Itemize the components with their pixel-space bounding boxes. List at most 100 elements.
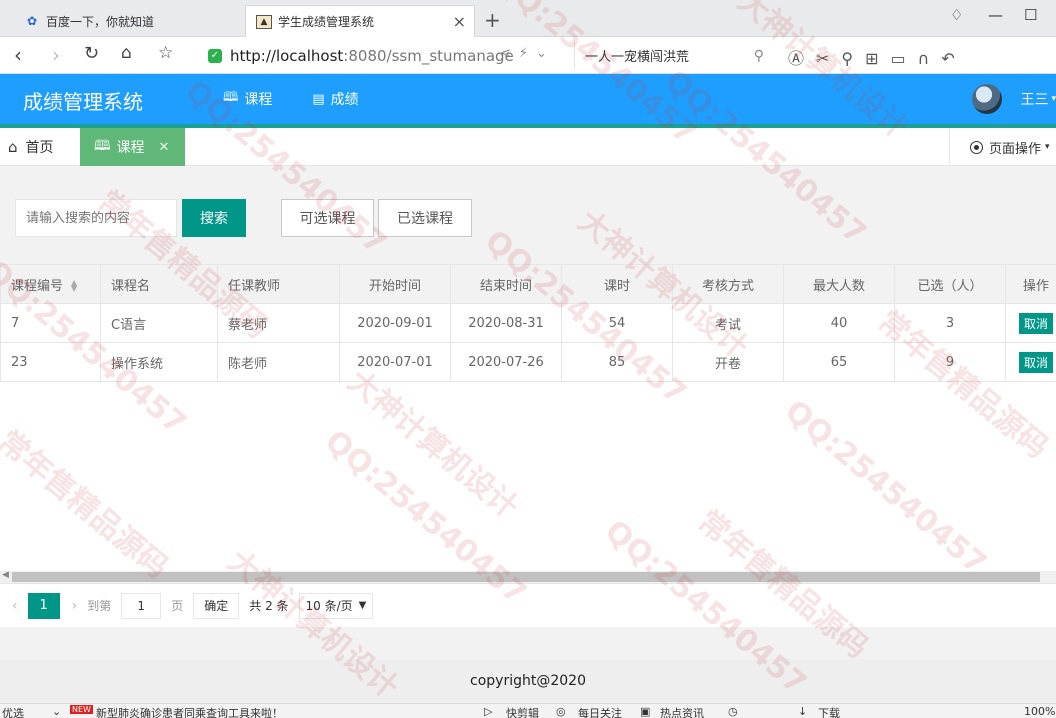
radio-dot-icon <box>970 140 983 154</box>
browser-tab-baidu[interactable]: ✿ 百度一下，你就知道 <box>14 5 244 37</box>
column-header-name: 课程名 <box>100 264 218 304</box>
optional-courses-button[interactable]: 可选课程 <box>281 199 374 237</box>
status-item[interactable]: 下载 <box>818 705 840 718</box>
browser-search-field[interactable]: 一人一宠横闯洪荒 ⚲ <box>574 42 770 69</box>
refresh-icon[interactable]: ↻ <box>84 43 99 64</box>
zoom-level[interactable]: 100% <box>1024 705 1055 718</box>
column-header-action: 操作 <box>1005 264 1056 304</box>
star-icon[interactable]: ☆ <box>158 43 173 63</box>
page-operations-button[interactable]: 页面操作 ▾ <box>949 128 1056 166</box>
toolbar: 搜索 可选课程 已选课程 <box>0 180 1056 254</box>
column-header-teacher: 任课教师 <box>217 264 340 304</box>
cell-id: 23 <box>0 342 101 382</box>
cancel-button[interactable]: 取消 <box>1018 312 1053 334</box>
cancel-button[interactable]: 取消 <box>1018 351 1053 373</box>
cell-id: 7 <box>0 303 101 343</box>
column-header-max: 最大人数 <box>783 264 895 304</box>
caret-down-icon: ▼ <box>358 600 367 611</box>
sort-icon[interactable]: ▲ ▼ <box>71 279 77 293</box>
tab-courses-label: 课程 <box>116 140 145 156</box>
table-row: 7 C语言 蔡老师 2020-09-01 2020-08-31 54 考试 40… <box>0 303 1056 343</box>
maximize-icon[interactable]: ☐ <box>1024 6 1037 24</box>
cell-name: 操作系统 <box>100 342 218 382</box>
home-icon: ⌂ <box>8 138 18 156</box>
browser-tab-strip: ✿ 百度一下，你就知道 ▲ 学生成绩管理系统 × + ♢ — ☐ <box>0 0 1056 37</box>
column-header-exam: 考核方式 <box>672 264 784 304</box>
url-rest: :8080/ssm_stumanage <box>343 46 514 65</box>
nav-item-label: 课程 <box>244 92 273 108</box>
confirm-button[interactable]: 确定 <box>193 592 240 619</box>
cell-hours: 54 <box>561 303 673 343</box>
download-icon: ↓ <box>798 705 808 718</box>
cell-hours: 85 <box>561 342 673 382</box>
next-page-icon[interactable]: › <box>72 598 78 614</box>
cell-teacher: 陈老师 <box>217 342 340 382</box>
cell-max: 65 <box>783 342 895 382</box>
page-size-select[interactable]: 10 条/页 ▼ <box>298 592 374 619</box>
search-button[interactable]: 搜索 <box>182 199 246 237</box>
address-bar: ‹ › ↻ ⌂ ☆ ✓ http://localhost:8080/ssm_st… <box>0 37 1056 74</box>
status-item[interactable]: 快剪辑 <box>506 705 539 718</box>
table-header-row: 课程编号 ▲ ▼ 课程名 任课教师 开始时间 结束时间 课时 考核方式 最大人数 已… <box>0 264 1056 304</box>
status-item[interactable]: 热点资讯 <box>660 705 704 718</box>
shirt-skin-icon[interactable]: ♢ <box>950 6 963 24</box>
cell-name: C语言 <box>100 303 218 343</box>
minimize-icon[interactable]: — <box>988 6 1003 24</box>
status-item[interactable]: 优选 <box>2 705 24 718</box>
page-ops-label: 页面操作 <box>989 141 1042 157</box>
cell-exam: 开卷 <box>672 342 784 382</box>
status-news[interactable]: 新型肺炎确诊患者同乘查询工具来啦！ <box>96 705 283 718</box>
cell-start: 2020-07-01 <box>339 342 451 382</box>
status-item[interactable]: 每日关注 <box>578 705 622 718</box>
horizontal-scrollbar[interactable]: ◀ <box>0 570 1056 583</box>
cell-action: 取消 <box>1005 303 1056 343</box>
nav-item-grades[interactable]: ▤ 成绩 <box>292 74 378 124</box>
back-icon[interactable]: ‹ <box>14 43 22 67</box>
goto-page-input[interactable]: 1 <box>121 592 162 619</box>
cell-exam: 考试 <box>672 303 784 343</box>
play-circle-icon: ◎ <box>556 705 566 718</box>
news-icon: ▣ <box>640 705 651 718</box>
tab-home[interactable]: ⌂ 首页 <box>0 128 80 166</box>
book-icon: 🕮 <box>94 138 111 154</box>
close-tab-icon[interactable]: × <box>453 12 466 31</box>
close-icon[interactable]: ✕ <box>159 140 170 155</box>
baidu-paw-icon: ✿ <box>26 14 38 28</box>
new-tab-icon[interactable]: + <box>484 8 501 32</box>
tab-courses[interactable]: 🕮 课程 ✕ <box>80 128 185 166</box>
current-page-button[interactable]: 1 <box>27 592 60 619</box>
nav-item-courses[interactable]: 🕮 课程 <box>203 74 293 128</box>
scrollbar-thumb[interactable] <box>12 572 1040 582</box>
forward-icon[interactable]: › <box>52 43 60 67</box>
secure-shield-icon: ✓ <box>208 48 222 63</box>
app-logo: 成绩管理系统 <box>23 90 143 114</box>
page-favicon-icon: ▲ <box>256 14 272 29</box>
browser-tab-title: 百度一下，你就知道 <box>46 14 155 29</box>
column-header-selected: 已选（人） <box>894 264 1006 304</box>
column-header-start: 开始时间 <box>339 264 451 304</box>
browser-tab-app[interactable]: ▲ 学生成绩管理系统 × <box>245 5 475 37</box>
cell-end: 2020-08-31 <box>450 303 562 343</box>
play-icon: ▷ <box>484 705 493 718</box>
column-header-hours: 课时 <box>561 264 673 304</box>
user-menu[interactable]: 王三 ▾ <box>972 84 1056 114</box>
page-unit-label: 页 <box>171 599 184 613</box>
search-input[interactable] <box>15 199 177 237</box>
scroll-left-icon[interactable]: ◀ <box>2 570 9 580</box>
search-icon[interactable]: ⚲ <box>754 48 764 64</box>
home-icon[interactable]: ⌂ <box>121 43 132 63</box>
prev-page-icon[interactable]: ‹ <box>12 598 18 614</box>
url-tools-icons[interactable]: ⋖⚡⌄ <box>500 46 555 61</box>
course-table: 课程编号 ▲ ▼ 课程名 任课教师 开始时间 结束时间 课时 考核方式 最大人数 已… <box>0 264 1056 581</box>
cell-max: 40 <box>783 303 895 343</box>
clipboard-icon: ▤ <box>312 91 325 107</box>
app-header: 成绩管理系统 🕮 课程 ▤ 成绩 王三 ▾ <box>0 74 1056 128</box>
clock-icon: ◷ <box>728 705 738 718</box>
browser-tab-title: 学生成绩管理系统 <box>278 15 375 29</box>
caret-down-icon: ▾ <box>1045 142 1050 152</box>
selected-courses-button[interactable]: 已选课程 <box>378 199 472 237</box>
goto-label: 到第 <box>87 599 112 613</box>
column-header-id[interactable]: 课程编号 ▲ ▼ <box>0 264 101 304</box>
extension-icons[interactable]: Ⓐ✂⚲⊞▭∩↶ <box>788 45 967 69</box>
cell-selected: 9 <box>894 342 1006 382</box>
